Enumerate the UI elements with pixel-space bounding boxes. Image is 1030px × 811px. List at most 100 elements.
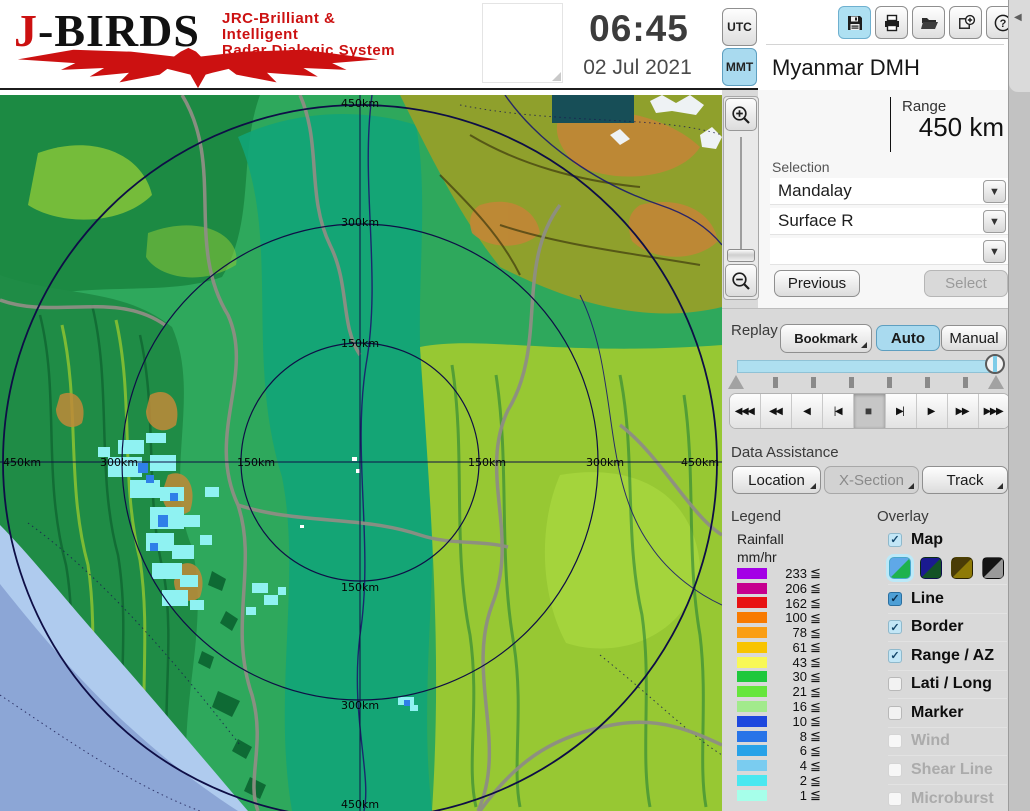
chevron-down-icon[interactable]: ▼ [983,240,1006,263]
overlay-item-label: Marker [911,703,964,721]
panel-divider [722,308,1008,309]
overlay-item-label: Microburst [911,789,994,807]
overlay-item-range-az: Range / AZ [888,642,1007,671]
location-button[interactable]: Location [732,466,821,494]
legend-value: 162 [785,595,807,611]
fast-rewind-button[interactable]: ◀◀ [761,394,793,428]
legend-swatch [737,745,767,757]
zoom-in-button[interactable] [725,98,757,131]
overlay-item-border: Border [888,614,1007,642]
overlay-item-map: Map [888,527,1007,552]
auto-mode-button[interactable]: Auto [876,325,940,351]
legend-swatch [737,582,767,594]
radar-map[interactable]: 450km 300km 150km 150km 300km 450km 450k… [0,95,722,811]
wind-checkbox [888,734,902,749]
legend-row: 10 ≦ [737,713,821,729]
legend-comparator: ≦ [810,742,821,758]
legend-swatch [737,612,767,624]
menu-corner-icon [861,342,867,348]
overlay-item-label: Lati / Long [911,675,992,693]
slider-end-marker[interactable] [988,375,1004,389]
border-checkbox[interactable] [888,620,902,635]
logo-placeholder-box [482,3,563,83]
print-button[interactable] [875,6,908,39]
map-style-swatch-0[interactable] [889,557,911,579]
legend-row: 4 ≦ [737,758,821,773]
play-reverse-button[interactable]: ◀ [792,394,824,428]
select-button[interactable]: Select [924,270,1008,297]
stop-button[interactable]: ■ [854,394,886,428]
step-forward-button[interactable]: ▶| [885,394,917,428]
ring-label: 300km [100,456,138,469]
track-button[interactable]: Track [922,466,1008,494]
legend-unit: Rainfall mm/hr [737,530,784,566]
legend-comparator: ≦ [810,565,821,581]
zoom-slider-track[interactable] [740,137,742,259]
zoom-slider-handle[interactable] [727,249,755,262]
legend-swatch [737,760,767,772]
jump-start-button[interactable]: ◀◀◀ [730,394,762,428]
ring-label: 300km [341,216,379,229]
legend-swatch [737,641,767,653]
mmt-button[interactable]: MMT [722,48,757,86]
location-button-label: Location [748,471,805,489]
step-back-button[interactable]: |◀ [823,394,855,428]
overlay-item-line: Line [888,585,1007,614]
play-button[interactable]: ▶ [916,394,948,428]
manual-mode-button[interactable]: Manual [941,325,1007,351]
chevron-down-icon[interactable]: ▼ [983,210,1006,233]
option-dropdown[interactable]: ▼ [770,238,1008,265]
legend-comparator: ≦ [810,639,821,655]
legend-swatch [737,627,767,639]
fast-forward-button[interactable]: ▶▶ [947,394,979,428]
map-style-swatch-3[interactable] [982,557,1004,579]
line-checkbox[interactable] [888,591,902,606]
bookmark-button[interactable]: Bookmark [780,324,872,353]
station-name: Myanmar DMH [772,55,920,80]
slider-tick [963,377,968,388]
marker-checkbox[interactable] [888,705,902,720]
map-style-swatch-2[interactable] [951,557,973,579]
add-view-button[interactable] [949,6,982,39]
ring-label: 150km [341,337,379,350]
legend-comparator: ≦ [810,683,821,699]
range-az-checkbox[interactable] [888,648,902,663]
replay-slider-track[interactable] [737,360,997,373]
legend-swatch [737,701,767,713]
product-dropdown[interactable]: Surface R ▼ [770,208,1008,235]
toolbar: ? [838,6,1019,39]
collapse-arrow-icon[interactable]: ◀ [1014,12,1022,23]
xsection-button[interactable]: X-Section [824,466,919,494]
overlay-item-wind: Wind [888,728,1007,756]
legend-comparator: ≦ [810,654,821,670]
microburst-checkbox [888,791,902,806]
legend-value: 61 [792,639,807,655]
legend-value: 21 [792,684,807,700]
map-checkbox[interactable] [888,532,902,547]
save-button[interactable] [838,6,871,39]
legend-swatch [737,597,767,609]
site-dropdown[interactable]: Mandalay ▼ [770,178,1008,205]
jump-end-button[interactable]: ▶▶▶ [978,394,1009,428]
ring-label: 300km [586,456,624,469]
legend-swatch [737,686,767,698]
legend-value: 8 [799,728,807,744]
legend-value: 43 [792,654,807,670]
open-folder-button[interactable] [912,6,945,39]
map-style-swatch-1[interactable] [920,557,942,579]
menu-corner-icon [908,483,914,489]
slider-start-marker[interactable] [728,375,744,389]
chevron-down-icon[interactable]: ▼ [983,180,1006,203]
previous-button[interactable]: Previous [774,270,860,297]
legend-scale: 233 ≦ 206 ≦ 162 ≦ 100 ≦ 78 ≦ 61 ≦ 43 ≦ 30 ≦ 21 ≦ … [737,565,821,803]
panel-collapse-tab[interactable]: ◀ [1009,0,1030,92]
lati-long-checkbox[interactable] [888,677,902,692]
zoom-out-button[interactable] [725,264,757,297]
replay-slider-handle[interactable] [985,354,1005,374]
overlay-label: Overlay [877,508,929,525]
product-dropdown-value: Surface R [778,211,854,230]
utc-button[interactable]: UTC [722,8,757,46]
shear-line-checkbox [888,762,902,777]
menu-corner-icon [810,483,816,489]
slider-tick [773,377,778,388]
